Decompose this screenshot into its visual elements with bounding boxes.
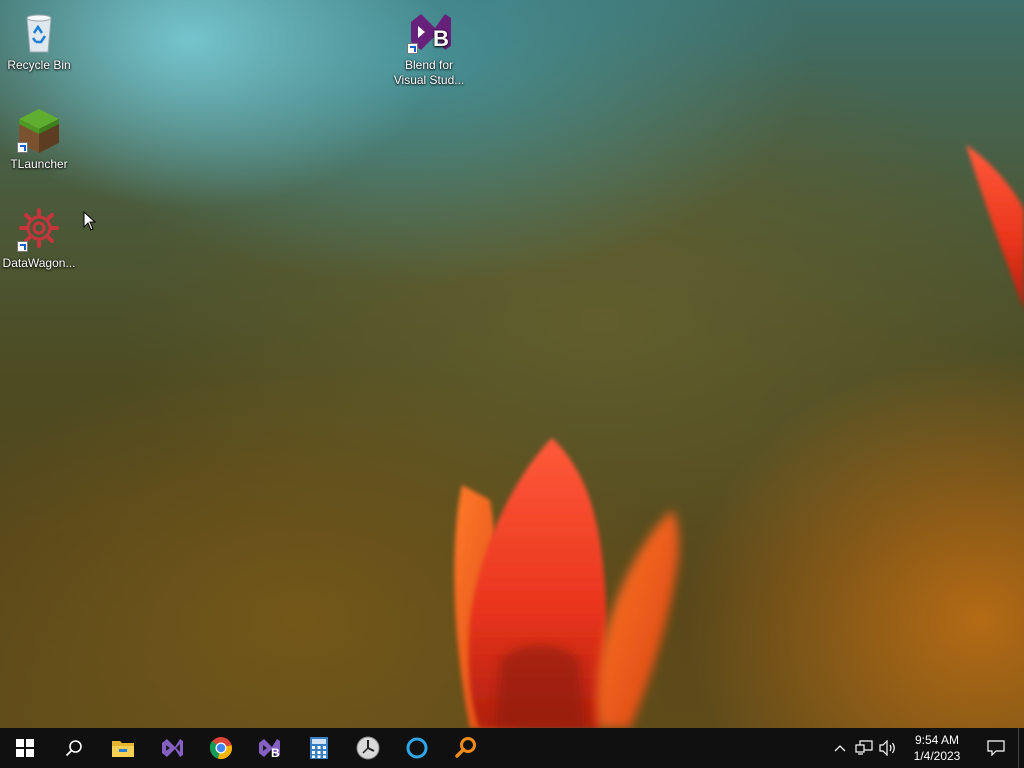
svg-text:B: B — [433, 26, 449, 51]
shortcut-arrow-icon — [17, 142, 28, 153]
start-button[interactable] — [0, 728, 49, 768]
file-explorer-icon — [111, 741, 134, 757]
taskbar-calculator[interactable] — [294, 728, 343, 768]
cortana-ring-icon — [406, 737, 427, 759]
taskbar-visual-studio[interactable] — [147, 728, 196, 768]
desktop-icon-label: DataWagon... — [2, 256, 76, 270]
taskbar-chrome[interactable] — [196, 728, 245, 768]
mouse-cursor-icon — [83, 211, 97, 231]
taskbar-blend[interactable]: B — [245, 728, 294, 768]
clock-icon — [356, 736, 379, 760]
minecraft-grass-block-icon — [15, 107, 63, 155]
visual-studio-icon — [161, 739, 183, 757]
shortcut-arrow-icon — [17, 241, 28, 252]
blend-visual-studio-icon: B — [405, 8, 453, 56]
desktop: Recycle Bin TLauncher DataWagon... B Ble… — [0, 0, 1024, 728]
orange-search-tool-icon — [454, 737, 476, 758]
shortcut-arrow-icon — [407, 43, 418, 54]
desktop-icon-label: Recycle Bin — [7, 58, 71, 72]
notification-icon — [987, 740, 1005, 756]
desktop-icon-label: TLauncher — [10, 157, 68, 171]
desktop-icon-datawagon[interactable]: DataWagon... — [0, 206, 78, 271]
search-button[interactable] — [49, 728, 98, 768]
taskbar-clock[interactable]: 9:54 AM 1/4/2023 — [900, 732, 974, 764]
desktop-icon-blend-visual-studio[interactable]: B Blend for Visual Stud... — [390, 8, 468, 88]
chrome-icon — [209, 737, 232, 759]
search-icon — [65, 740, 82, 757]
volume-button[interactable] — [876, 728, 900, 768]
action-center-button[interactable] — [974, 728, 1018, 768]
desktop-icon-tlauncher[interactable]: TLauncher — [0, 107, 78, 172]
show-hidden-icons-button[interactable] — [828, 728, 852, 768]
svg-text:B: B — [271, 746, 280, 760]
taskbar-file-explorer[interactable] — [98, 728, 147, 768]
blend-visual-studio-icon: B — [258, 739, 280, 760]
clock-time: 9:54 AM — [914, 733, 960, 747]
network-icon — [855, 740, 873, 755]
network-button[interactable] — [852, 728, 876, 768]
show-desktop-button[interactable] — [1018, 728, 1024, 768]
taskbar: B 9:54 AM 1/4/2023 — [0, 728, 1024, 768]
clock-date: 1/4/2023 — [913, 749, 961, 763]
taskbar-orange-tool[interactable] — [441, 728, 490, 768]
calculator-icon — [309, 737, 328, 759]
taskbar-clock-app[interactable] — [343, 728, 392, 768]
wallpaper-tulip-image — [454, 145, 1024, 728]
taskbar-cortana[interactable] — [392, 728, 441, 768]
desktop-icon-recycle-bin[interactable]: Recycle Bin — [0, 8, 78, 73]
windows-start-icon — [15, 739, 34, 757]
volume-icon — [879, 740, 895, 756]
red-gear-icon — [15, 206, 63, 254]
chevron-up-icon — [834, 745, 846, 752]
system-tray: 9:54 AM 1/4/2023 — [828, 728, 1024, 768]
recycle-bin-icon — [15, 8, 63, 56]
desktop-icon-label: Blend for Visual Stud... — [393, 58, 465, 87]
